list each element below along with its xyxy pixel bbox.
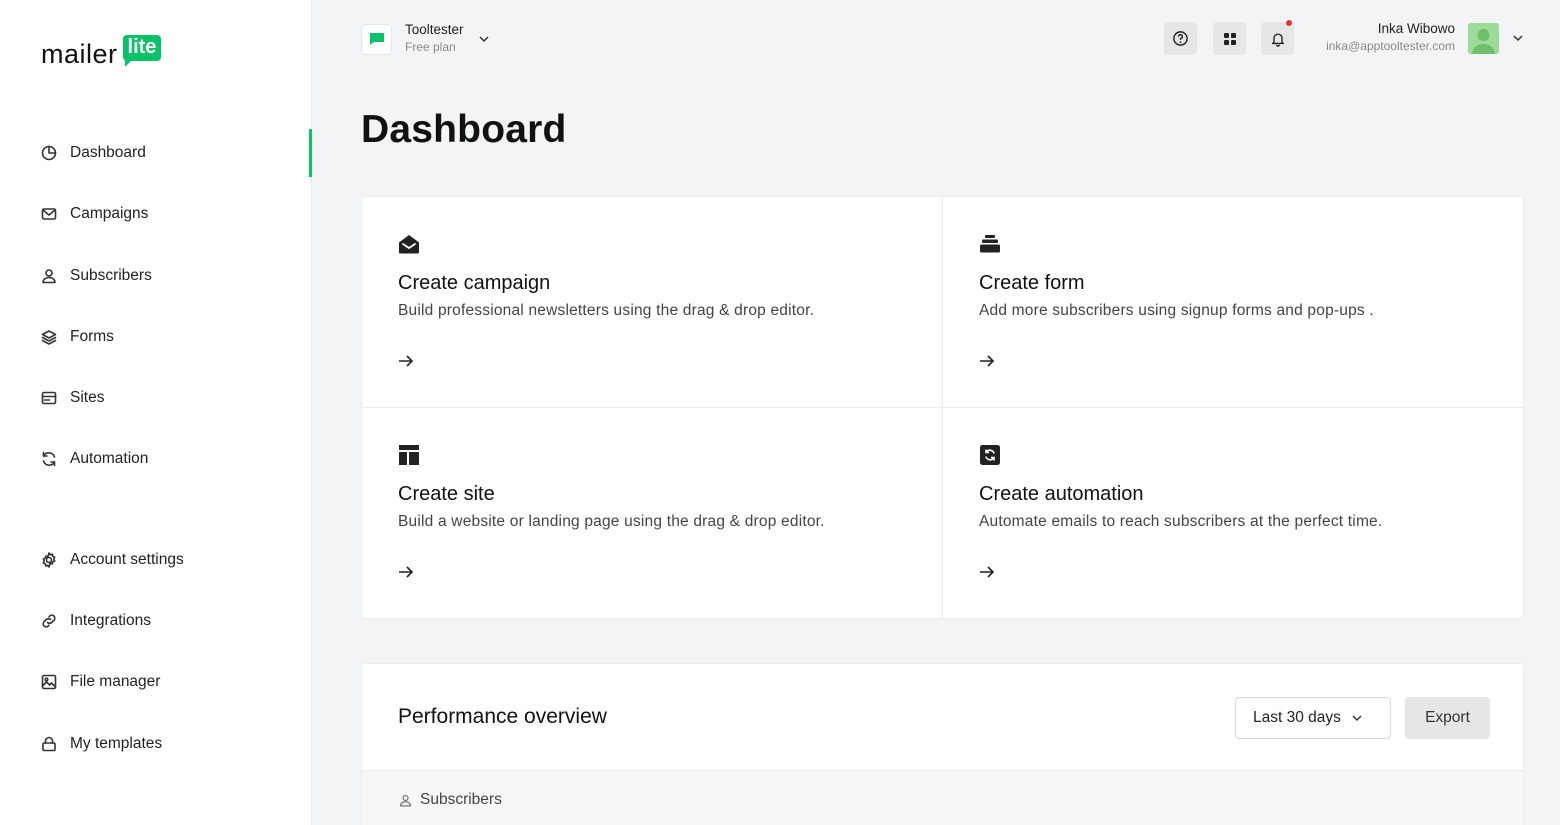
chat-icon (361, 23, 392, 55)
user-menu[interactable]: Inka Wibowo inka@apptooltester.com (1326, 21, 1455, 56)
create-form-card[interactable]: Create form Add more subscribers using s… (943, 197, 1524, 408)
sidebar-item-integrations[interactable]: Integrations (40, 609, 151, 633)
user-email: inka@apptooltester.com (1326, 39, 1455, 53)
sidebar-item-my-templates[interactable]: My templates (40, 732, 162, 756)
sidebar-item-dashboard[interactable]: Dashboard (40, 141, 146, 165)
create-campaign-card[interactable]: Create campaign Build professional newsl… (362, 197, 943, 408)
grid-icon (1223, 32, 1236, 45)
subscribers-section: Subscribers (362, 770, 1523, 825)
chevron-down-icon[interactable] (1512, 32, 1524, 44)
gear-icon (42, 552, 56, 568)
site-layout-icon (399, 445, 419, 465)
mailerlite-logo[interactable]: mailer lite (41, 35, 162, 69)
page-title: Dashboard (361, 108, 567, 151)
subscribers-label: Subscribers (420, 791, 502, 808)
apps-button[interactable] (1213, 22, 1246, 55)
automation-icon (980, 445, 1000, 465)
link-icon (42, 614, 56, 628)
sidebar-item-label: Forms (70, 328, 114, 345)
chevron-down-icon (1352, 715, 1362, 722)
quick-actions-grid: Create campaign Build professional newsl… (361, 196, 1524, 619)
date-range-label: Last 30 days (1253, 709, 1341, 726)
sidebar-item-label: Subscribers (70, 267, 152, 284)
card-description: Build a website or landing page using th… (398, 513, 825, 530)
logo-word: mailer (41, 39, 118, 69)
sidebar-item-forms[interactable]: Forms (40, 325, 114, 349)
sidebar: mailer lite Dashboard Campaigns Subscrib… (0, 0, 312, 825)
sidebar-item-label: Sites (70, 389, 105, 406)
help-button[interactable] (1164, 22, 1197, 55)
sidebar-item-label: Account settings (70, 551, 184, 568)
arrow-right-icon[interactable] (978, 352, 996, 370)
export-button[interactable]: Export (1405, 697, 1490, 739)
layers-icon (41, 330, 57, 345)
logo-badge: lite (122, 35, 162, 67)
sidebar-item-sites[interactable]: Sites (40, 386, 104, 410)
lock-icon (42, 736, 56, 752)
card-title: Create campaign (398, 272, 551, 294)
sidebar-item-label: Integrations (70, 612, 151, 629)
account-switcher[interactable]: Tooltester Free plan (361, 22, 490, 56)
sidebar-item-file-manager[interactable]: File manager (40, 670, 160, 694)
create-site-card[interactable]: Create site Build a website or landing p… (362, 408, 943, 619)
user-icon (42, 269, 56, 284)
help-icon (1173, 31, 1188, 46)
bell-icon (1271, 32, 1284, 47)
sidebar-item-automation[interactable]: Automation (40, 447, 148, 471)
sidebar-item-label: Dashboard (70, 144, 146, 161)
sidebar-item-label: File manager (70, 673, 161, 690)
subscribers-section-label: Subscribers (398, 791, 502, 809)
account-name: Tooltester (405, 22, 464, 37)
date-range-select[interactable]: Last 30 days (1235, 697, 1391, 739)
card-title: Create form (979, 272, 1085, 294)
arrow-right-icon[interactable] (978, 563, 996, 581)
card-description: Automate emails to reach subscribers at … (979, 513, 1383, 530)
mail-icon (41, 208, 57, 220)
sidebar-item-label: Automation (70, 450, 149, 467)
create-automation-card[interactable]: Create automation Automate emails to rea… (943, 408, 1524, 619)
dashboard-icon (41, 145, 57, 161)
card-description: Add more subscribers using signup forms … (979, 302, 1374, 319)
active-nav-indicator (309, 129, 312, 177)
open-envelope-icon (399, 235, 419, 254)
notification-dot (1286, 20, 1292, 26)
section-title: Performance overview (398, 705, 607, 728)
card-title: Create automation (979, 483, 1144, 505)
card-description: Build professional newsletters using the… (398, 302, 815, 319)
sidebar-item-account-settings[interactable]: Account settings (40, 548, 184, 572)
user-icon (399, 794, 412, 807)
avatar[interactable] (1468, 23, 1499, 54)
notifications-button[interactable] (1261, 20, 1294, 55)
performance-overview-panel: Performance overview Last 30 days Export… (361, 663, 1524, 825)
card-title: Create site (398, 483, 495, 505)
form-stack-icon (980, 235, 1000, 253)
image-icon (41, 674, 57, 690)
account-plan: Free plan (405, 40, 456, 54)
sidebar-item-label: Campaigns (70, 205, 149, 222)
browser-icon (41, 391, 57, 405)
chevron-down-icon (479, 36, 489, 43)
sidebar-item-label: My templates (70, 735, 163, 752)
refresh-icon (42, 451, 56, 467)
sidebar-item-subscribers[interactable]: Subscribers (40, 264, 152, 288)
sidebar-item-campaigns[interactable]: Campaigns (40, 202, 148, 226)
arrow-right-icon[interactable] (397, 352, 415, 370)
user-name: Inka Wibowo (1377, 21, 1455, 36)
arrow-right-icon[interactable] (397, 563, 415, 581)
